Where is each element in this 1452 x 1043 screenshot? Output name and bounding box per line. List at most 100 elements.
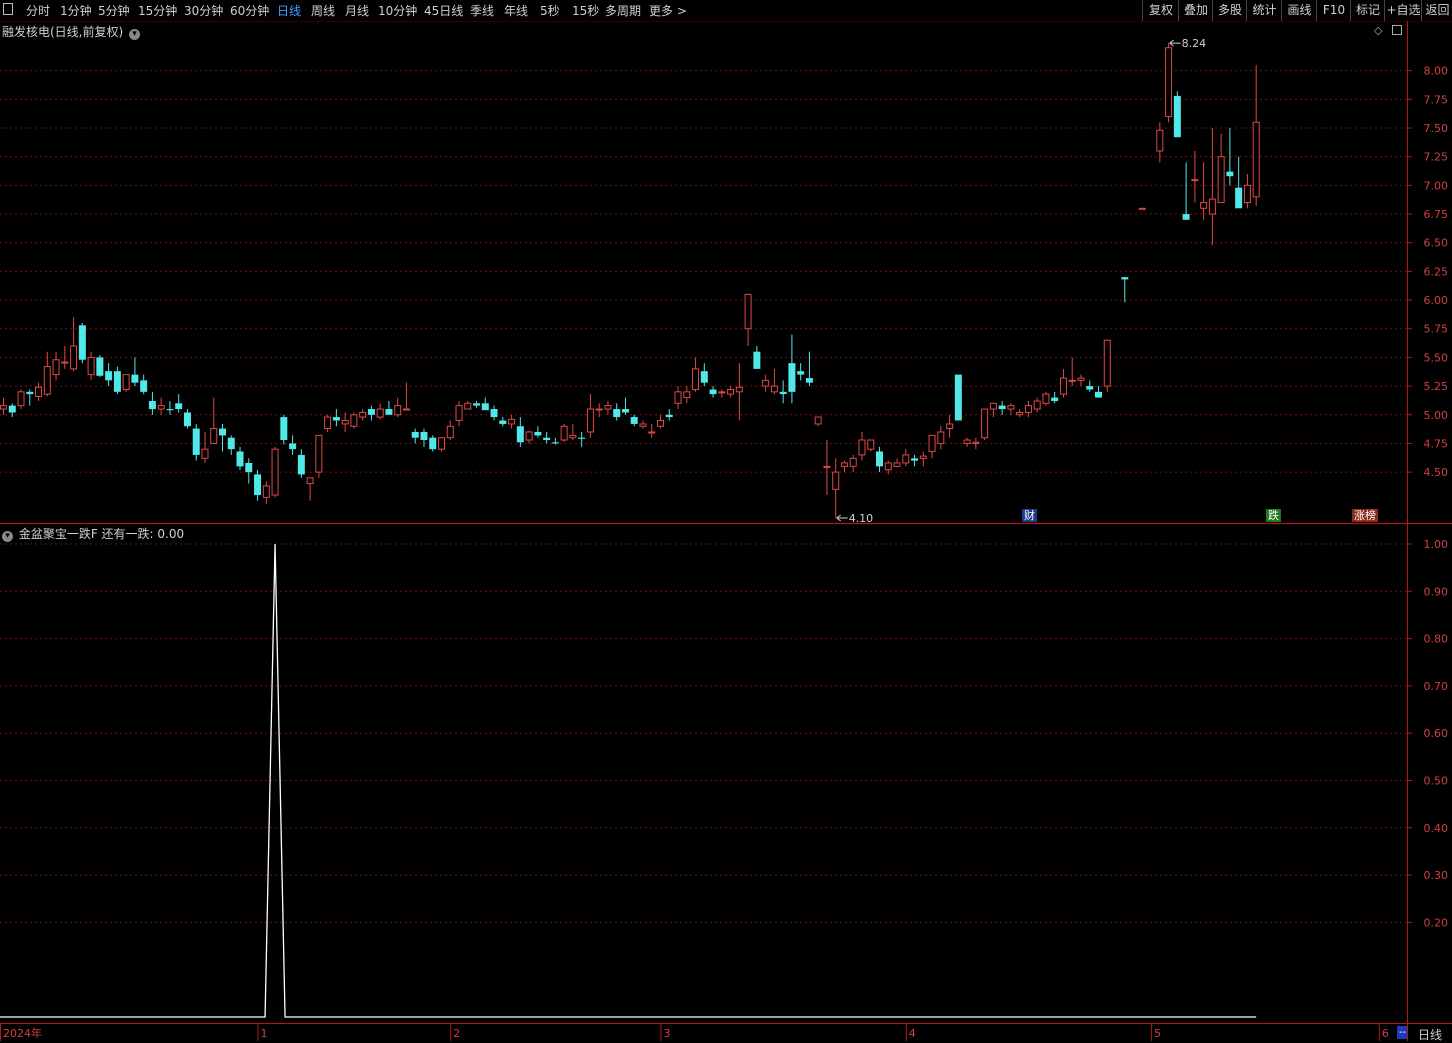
candle-body-up bbox=[61, 361, 69, 364]
candle-body-up bbox=[1252, 121, 1260, 198]
indicator-tick-label: 0.20 bbox=[1424, 916, 1449, 929]
candle-body-down bbox=[779, 391, 787, 395]
candle-body-up bbox=[1068, 379, 1076, 382]
candle-body-down bbox=[709, 389, 717, 395]
candle-body-up bbox=[832, 471, 840, 490]
candle-body-down bbox=[911, 458, 919, 461]
candle-body-down bbox=[367, 409, 375, 415]
time-tick-label: 2024年 bbox=[3, 1026, 42, 1040]
candle-body-down bbox=[1182, 214, 1190, 220]
candle-body-up bbox=[1016, 411, 1024, 416]
candle-body-up bbox=[674, 391, 682, 404]
candle-body-up bbox=[867, 439, 875, 450]
candle-body-down bbox=[876, 451, 883, 467]
candle-body-up bbox=[201, 448, 209, 459]
candle-body-down bbox=[297, 454, 305, 475]
candle-body-up bbox=[43, 366, 51, 395]
candle-body-down bbox=[788, 363, 796, 392]
candle-body-up bbox=[525, 431, 533, 441]
candle-body-up bbox=[271, 448, 279, 496]
candle-body-up bbox=[989, 402, 997, 410]
candle-body-up bbox=[727, 389, 735, 395]
candle-body-down bbox=[1226, 171, 1234, 177]
price-tick-label: 7.75 bbox=[1424, 93, 1449, 106]
time-tick-label: 6 bbox=[1382, 1027, 1389, 1040]
candle-body-up bbox=[1007, 405, 1015, 410]
candle-body-down bbox=[753, 351, 761, 369]
candle-body-up bbox=[718, 391, 726, 394]
time-tick-label: 5 bbox=[1154, 1027, 1161, 1040]
candle-body-down bbox=[227, 437, 235, 450]
candle-body-down bbox=[998, 405, 1006, 410]
indicator-line bbox=[0, 543, 1257, 1018]
candle-body-up bbox=[17, 391, 25, 407]
candle-body-down bbox=[245, 462, 253, 473]
candle-body-down bbox=[1086, 386, 1094, 390]
candle-body-down bbox=[490, 409, 498, 418]
candle-body-up bbox=[1165, 47, 1173, 118]
candle-body-up bbox=[893, 462, 901, 467]
candle-body-up bbox=[402, 408, 410, 411]
indicator-tick-label: 0.40 bbox=[1424, 822, 1449, 835]
time-tick-label: 4 bbox=[909, 1027, 916, 1040]
candle-body-down bbox=[192, 428, 200, 455]
candle-body-down bbox=[665, 414, 673, 418]
candle-body-up bbox=[814, 416, 822, 425]
candle-body-up bbox=[262, 485, 270, 498]
price-tick-label: 5.25 bbox=[1424, 380, 1449, 393]
price-tick-label: 6.00 bbox=[1424, 294, 1449, 307]
candle-body-up bbox=[937, 431, 945, 444]
price-tick-label: 5.00 bbox=[1424, 409, 1449, 422]
candle-body-down bbox=[8, 405, 16, 413]
indicator-tick-label: 0.60 bbox=[1424, 727, 1449, 740]
candle-body-down bbox=[473, 403, 481, 406]
candle-body-up bbox=[770, 385, 778, 393]
candle-body-down bbox=[630, 417, 638, 424]
candle-body-up bbox=[70, 345, 78, 370]
indicator-tick-label: 0.50 bbox=[1424, 775, 1449, 788]
candle-body-down bbox=[1051, 397, 1059, 402]
candle-body-down bbox=[131, 374, 139, 383]
indicator-tick-label: 1.00 bbox=[1424, 538, 1449, 551]
candle-body-down bbox=[26, 391, 34, 395]
candle-body-down bbox=[499, 420, 507, 424]
candle-body-down bbox=[332, 417, 340, 421]
candle-body-up bbox=[157, 405, 165, 410]
candle-body-up bbox=[657, 420, 664, 427]
candle-body-up bbox=[1059, 377, 1067, 395]
candle-body-up bbox=[394, 405, 402, 416]
candle-body-down bbox=[280, 417, 288, 441]
candle-body-down bbox=[148, 401, 156, 410]
candle-body-down bbox=[516, 426, 524, 443]
candle-body-up bbox=[1033, 400, 1041, 410]
annotation-label: 4.10 bbox=[849, 512, 874, 525]
price-tick-label: 7.00 bbox=[1424, 179, 1449, 192]
candle-body-up bbox=[1077, 377, 1085, 381]
candle-body-up bbox=[306, 477, 314, 485]
candle-body-up bbox=[210, 428, 218, 444]
price-tick-label: 7.25 bbox=[1424, 151, 1449, 164]
candle-body-up bbox=[359, 411, 367, 418]
annotation-label: 8.24 bbox=[1182, 37, 1207, 50]
candle-body-down bbox=[805, 378, 813, 383]
candle-body-up bbox=[1208, 198, 1216, 215]
candle-body-up bbox=[849, 457, 857, 467]
candle-body-down bbox=[140, 380, 148, 392]
candle-body-down bbox=[166, 409, 174, 411]
candle-body-up bbox=[1024, 405, 1032, 413]
candle-body-up bbox=[122, 374, 130, 391]
candle-body-down bbox=[420, 431, 428, 441]
price-tick-label: 5.50 bbox=[1424, 351, 1449, 364]
indicator-tick-label: 0.90 bbox=[1424, 585, 1449, 598]
candle-body-up bbox=[87, 356, 95, 376]
candle-body-down bbox=[551, 442, 559, 444]
candle-body-up bbox=[560, 425, 568, 441]
price-tick-label: 6.75 bbox=[1424, 208, 1449, 221]
candle-body-up bbox=[1243, 184, 1251, 204]
candle-body-down bbox=[411, 431, 419, 438]
candle-body-up bbox=[972, 441, 980, 444]
price-tick-label: 4.75 bbox=[1424, 437, 1449, 450]
price-tick-label: 5.75 bbox=[1424, 323, 1449, 336]
candle-body-up bbox=[376, 408, 384, 418]
candle-body-down bbox=[385, 409, 393, 415]
